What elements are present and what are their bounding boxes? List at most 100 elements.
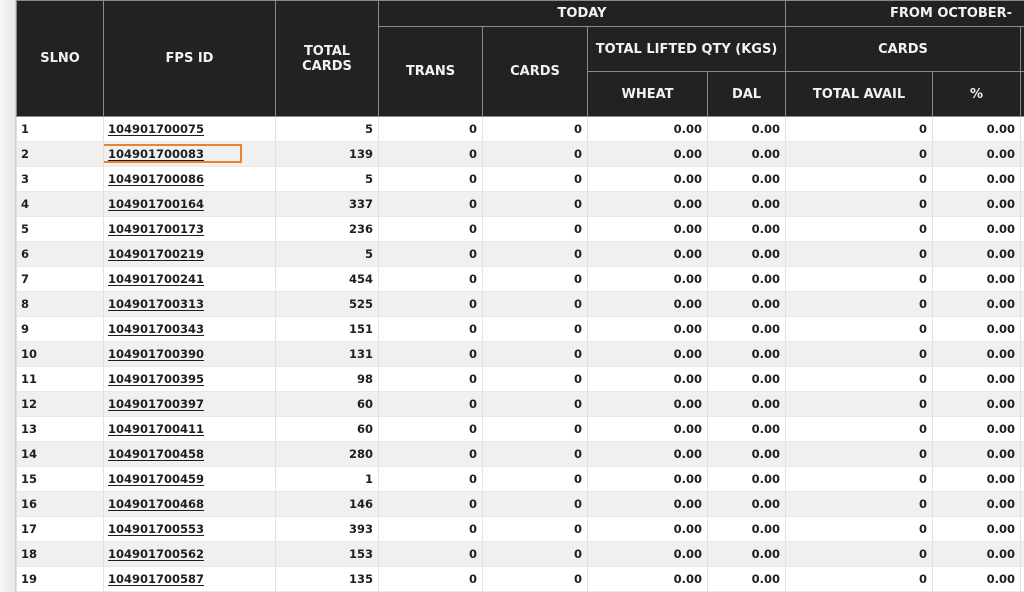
cell-total-cards: 151 [275,316,379,342]
cell-slno: 13 [16,416,104,442]
cell-extra [1020,441,1024,467]
cell-fps-id: 104901700553 [103,516,276,542]
fps-id-link[interactable]: 104901700468 [108,497,204,511]
fps-id-link[interactable]: 104901700459 [108,472,204,486]
cell-slno: 17 [16,516,104,542]
cell-wheat: 0.00 [587,341,708,367]
cell-total-avail: 0 [785,541,934,567]
fps-id-link[interactable]: 104901700411 [108,422,204,436]
fps-id-link[interactable]: 104901700397 [108,397,204,411]
cell-slno: 2 [16,141,104,167]
table-row: 9 104901700343 151 0 0 0.00 0.00 0 0.00 [16,316,1024,342]
fps-id-link[interactable]: 104901700083 [108,147,204,161]
cell-dal: 0.00 [706,391,787,417]
cell-dal: 0.00 [706,491,787,517]
cell-wheat: 0.00 [587,466,708,492]
cell-slno: 14 [16,441,104,467]
cell-total-cards: 98 [275,366,379,392]
cell-trans: 0 [378,166,483,192]
cell-cards: 0 [482,391,588,417]
cell-fps-id: 104901700458 [103,441,276,467]
table-row: 4 104901700164 337 0 0 0.00 0.00 0 0.00 [16,191,1024,217]
cell-extra [1020,241,1024,267]
cell-wheat: 0.00 [587,416,708,442]
fps-id-link[interactable]: 104901700086 [108,172,204,186]
cell-trans: 0 [378,141,483,167]
fps-id-link[interactable]: 104901700343 [108,322,204,336]
cell-trans: 0 [378,116,483,142]
cell-dal: 0.00 [706,291,787,317]
fps-id-link[interactable]: 104901700075 [108,122,204,136]
cell-total-avail: 0 [785,241,934,267]
cell-slno: 9 [16,316,104,342]
cell-wheat: 0.00 [587,366,708,392]
fps-id-link[interactable]: 104901700395 [108,372,204,386]
cell-fps-id: 104901700086 [103,166,276,192]
table-row: 17 104901700553 393 0 0 0.00 0.00 0 0.00 [16,516,1024,542]
table-row: 13 104901700411 60 0 0 0.00 0.00 0 0.00 [16,416,1024,442]
cell-trans: 0 [378,316,483,342]
cell-total-avail: 0 [785,366,934,392]
cell-percent: 0.00 [932,216,1022,242]
fps-id-link[interactable]: 104901700458 [108,447,204,461]
cell-cards: 0 [482,566,588,592]
cell-total-cards: 280 [275,441,379,467]
cell-dal: 0.00 [706,341,787,367]
cell-dal: 0.00 [706,516,787,542]
cell-dal: 0.00 [706,241,787,267]
fps-id-link[interactable]: 104901700390 [108,347,204,361]
cell-total-avail: 0 [785,491,934,517]
cell-cards: 0 [482,141,588,167]
cell-percent: 0.00 [932,291,1022,317]
cell-extra [1020,466,1024,492]
cell-total-cards: 393 [275,516,379,542]
header-extra-sub [1020,71,1024,117]
cell-total-avail: 0 [785,166,934,192]
cell-cards: 0 [482,491,588,517]
cell-extra [1020,366,1024,392]
table-row: 14 104901700458 280 0 0 0.00 0.00 0 0.00 [16,441,1024,467]
cell-trans: 0 [378,191,483,217]
cell-wheat: 0.00 [587,191,708,217]
cell-slno: 3 [16,166,104,192]
cell-cards: 0 [482,341,588,367]
cell-slno: 11 [16,366,104,392]
cell-percent: 0.00 [932,166,1022,192]
cell-dal: 0.00 [706,266,787,292]
cell-fps-id: 104901700562 [103,541,276,567]
fps-id-link[interactable]: 104901700219 [108,247,204,261]
header-cards: CARDS [482,26,588,117]
cell-percent: 0.00 [932,441,1022,467]
cell-percent: 0.00 [932,341,1022,367]
cell-slno: 1 [16,116,104,142]
table-row: 10 104901700390 131 0 0 0.00 0.00 0 0.00 [16,341,1024,367]
cell-wheat: 0.00 [587,166,708,192]
cell-fps-id: 104901700390 [103,341,276,367]
fps-id-link[interactable]: 104901700553 [108,522,204,536]
fps-id-link[interactable]: 104901700562 [108,547,204,561]
cell-fps-id: 104901700173 [103,216,276,242]
cell-wheat: 0.00 [587,316,708,342]
cell-total-cards: 60 [275,416,379,442]
cell-cards: 0 [482,291,588,317]
cell-fps-id: 104901700411 [103,416,276,442]
cell-extra [1020,391,1024,417]
fps-id-link[interactable]: 104901700587 [108,572,204,586]
cell-extra [1020,291,1024,317]
table-header: SLNO FPS ID TOTAL CARDS TODAY FROM OCTOB… [16,0,1024,117]
header-wheat: WHEAT [587,71,708,117]
fps-id-link[interactable]: 104901700173 [108,222,204,236]
cell-cards: 0 [482,541,588,567]
cell-total-cards: 1 [275,466,379,492]
fps-id-link[interactable]: 104901700164 [108,197,204,211]
fps-id-link[interactable]: 104901700241 [108,272,204,286]
cell-wheat: 0.00 [587,491,708,517]
cell-total-avail: 0 [785,341,934,367]
cell-percent: 0.00 [932,241,1022,267]
cell-trans: 0 [378,441,483,467]
cell-fps-id: 104901700397 [103,391,276,417]
cell-cards: 0 [482,466,588,492]
fps-id-link[interactable]: 104901700313 [108,297,204,311]
cell-extra [1020,316,1024,342]
cell-cards: 0 [482,166,588,192]
